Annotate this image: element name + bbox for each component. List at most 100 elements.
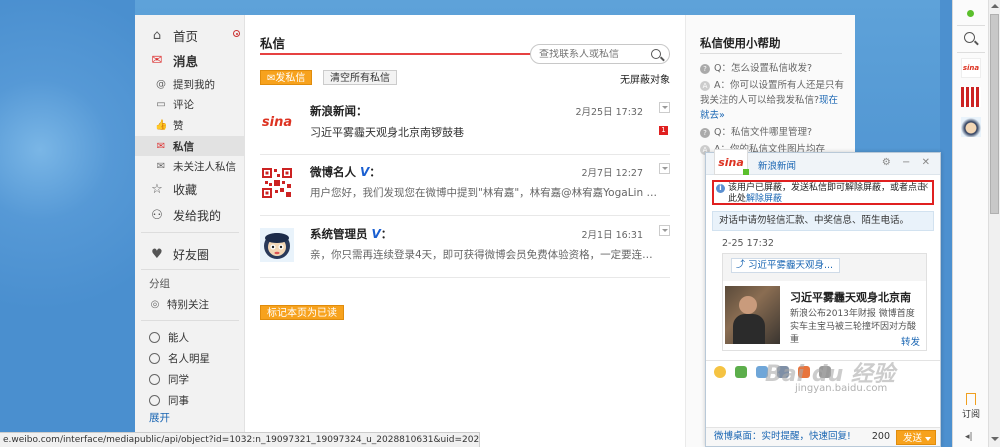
baidu-watermark-url: jingyan.baidu.com [795, 383, 888, 394]
mark-page-read-button[interactable]: 标记本页为已读 [260, 305, 344, 320]
nav-divider [141, 232, 239, 233]
circle-icon [149, 394, 160, 406]
sina-news-avatar[interactable]: sina [961, 58, 981, 78]
image-icon[interactable] [735, 365, 747, 378]
online-status-icon [743, 169, 749, 175]
nav-divider [141, 269, 239, 270]
nav-group-item[interactable]: 同事 [135, 390, 245, 410]
right-toolbar: sina 订阅 ◂| [952, 0, 988, 447]
page-scrollbar[interactable] [988, 0, 1000, 447]
unblock-link[interactable]: 解除屏蔽 [746, 194, 782, 204]
clear-all-button[interactable]: 清空所有私信 [323, 70, 397, 85]
nav-mentions[interactable]: @ 提到我的 [135, 74, 245, 94]
nav-comments[interactable]: ▭ 评论 [135, 94, 245, 114]
page-title: 私信 [260, 36, 286, 51]
question-icon: ? [700, 128, 710, 138]
safety-notice: 对话中请勿轻信汇款、中奖信息、陌生电话。 [712, 211, 934, 231]
sender-name[interactable]: 系统管理员 V ： [310, 226, 392, 242]
nav-unfollowed-messages[interactable]: ✉ 未关注人私信 [135, 156, 245, 176]
help-question-text: Q：怎么设置私信收发? [714, 63, 813, 74]
shared-news-card[interactable]: 习近平雾霾天观身... 习近平雾霾天观身北京南 新浪公布2013年财报 微博首度… [722, 253, 927, 351]
nav-private-messages-label: 私信 [173, 140, 194, 153]
nav-private-messages[interactable]: ✉ 私信 [135, 136, 245, 156]
send-button[interactable]: 发送 [896, 430, 936, 445]
nav-group-item[interactable]: 同学 [135, 369, 245, 389]
avatar[interactable]: sina [260, 105, 294, 139]
at-icon: @ [156, 78, 166, 90]
avatar[interactable] [260, 228, 294, 262]
nav-expand-link[interactable]: 展开 [149, 410, 170, 425]
scroll-up-icon[interactable] [991, 4, 999, 8]
colon: ： [380, 227, 393, 241]
online-indicator-icon [967, 10, 974, 17]
qr-avatar[interactable] [961, 87, 981, 107]
nav-favorites-label: 收藏 [173, 182, 198, 197]
nav-home[interactable]: ⌂ 首页 [135, 23, 245, 47]
nav-comments-label: 评论 [173, 98, 194, 111]
unblock-list-link[interactable]: 无屏蔽对象 [620, 71, 670, 86]
window-controls[interactable]: ⚙ − ✕ [882, 157, 934, 168]
nav-special-follow[interactable]: ◎ 特别关注 [135, 294, 245, 314]
answer-icon: A [700, 81, 710, 91]
search-box[interactable] [530, 44, 670, 64]
send-private-message-button[interactable]: ✉发私信 [260, 70, 313, 85]
news-thumbnail[interactable] [725, 286, 780, 344]
nav-messages[interactable]: ✉ 消息 [135, 48, 245, 72]
nav-friends-circle[interactable]: ♥ 好友圈 [135, 242, 245, 266]
browser-status-bar: e.weibo.com/interface/mediapublic/api/ob… [0, 432, 480, 447]
nav-from-me-label: 发给我的 [173, 208, 222, 223]
home-icon: ⌂ [152, 27, 162, 43]
message-row[interactable]: sina 新浪新闻： 2月25日 17:32 习近平雾霾天观身北京南锣鼓巷 1 [260, 95, 670, 155]
subscribe-button[interactable]: 订阅 [960, 393, 982, 420]
nav-from-me[interactable]: ⚇ 发给我的 [135, 203, 245, 227]
bookmark-icon [966, 393, 976, 405]
scroll-thumb[interactable] [990, 14, 999, 214]
sender-name-text: 新浪新闻 [310, 104, 356, 118]
sender-name[interactable]: 新浪新闻： [310, 103, 368, 119]
close-icon[interactable]: ✕ [921, 182, 929, 193]
info-icon: i [716, 184, 725, 193]
chat-timestamp: 2-25 17:32 [722, 238, 774, 249]
card-body[interactable]: 习近平雾霾天观身北京南 新浪公布2013年财报 微博首度实车主宝马被三轮撞坏因对… [723, 281, 926, 350]
emoji-icon[interactable] [714, 365, 726, 378]
desktop-promo-link[interactable]: 微博桌面：实时提醒，快速回复! [714, 431, 851, 442]
nav-divider [141, 320, 239, 321]
question-icon: ? [700, 64, 710, 74]
home-notify-dot [233, 30, 240, 37]
subscribe-label: 订阅 [961, 410, 980, 420]
admin-avatar[interactable] [961, 117, 981, 137]
message-row[interactable]: 系统管理员 V ： 2月1日 16:31 亲，你只需再连续登录4天，即可获得微博… [260, 218, 670, 278]
nav-favorites[interactable]: ☆ 收藏 [135, 177, 245, 201]
unread-badge: 1 [659, 126, 668, 135]
nav-likes[interactable]: 👍 赞 [135, 115, 245, 135]
search-icon[interactable] [964, 32, 975, 43]
envelope-icon: ✉ [156, 140, 166, 152]
help-question: ? Q：私信文件哪里管理? [700, 125, 845, 140]
card-title[interactable]: 习近平雾霾天观身北京南 [790, 289, 911, 305]
search-icon[interactable] [651, 49, 661, 59]
search-input[interactable] [539, 48, 649, 60]
message-preview[interactable]: 亲，你只需再连续登录4天，即可获得微博会员免费体验资格，一定要连… [310, 247, 660, 262]
sender-name[interactable]: 微博名人 V ： [310, 164, 381, 180]
chat-header[interactable]: sina 新浪新闻 ⚙ − ✕ [706, 149, 940, 175]
nav-group-item[interactable]: 名人明星 [135, 348, 245, 368]
chevron-down-icon[interactable] [659, 102, 670, 113]
message-preview[interactable]: 习近平雾霾天观身北京南锣鼓巷 [310, 124, 660, 140]
chevron-down-icon[interactable] [659, 225, 670, 236]
help-question-text: Q：私信文件哪里管理? [714, 127, 813, 138]
avatar[interactable] [260, 166, 294, 200]
nav-group-item[interactable]: 能人 [135, 327, 245, 347]
message-time: 2月1日 16:31 [581, 230, 644, 241]
card-link[interactable]: 习近平雾霾天观身... [731, 258, 841, 273]
collapse-toolbar-icon[interactable]: ◂| [965, 432, 973, 442]
help-answer: A A：你可以设置所有人还是只有我关注的人可以给我发私信?现在就去» [700, 78, 845, 123]
message-preview[interactable]: 用户您好，我们发现您在微博中提到"林宥嘉"，林宥嘉@林宥嘉YogaLin … [310, 185, 660, 200]
message-row[interactable]: 微博名人 V ： 2月7日 12:27 用户您好，我们发现您在微博中提到"林宥嘉… [260, 156, 670, 216]
chevron-down-icon[interactable] [659, 163, 670, 174]
admin-avatar-icon [260, 228, 294, 262]
chat-window[interactable]: sina 新浪新闻 ⚙ − ✕ i 该用户已屏蔽，发送私信即可解除屏蔽，或者点击… [705, 149, 941, 447]
nav-friends-label: 好友圈 [173, 247, 210, 262]
scroll-down-icon[interactable] [991, 437, 999, 441]
share-link[interactable]: 转发 [901, 334, 920, 348]
verified-badge-icon: V [360, 165, 370, 179]
